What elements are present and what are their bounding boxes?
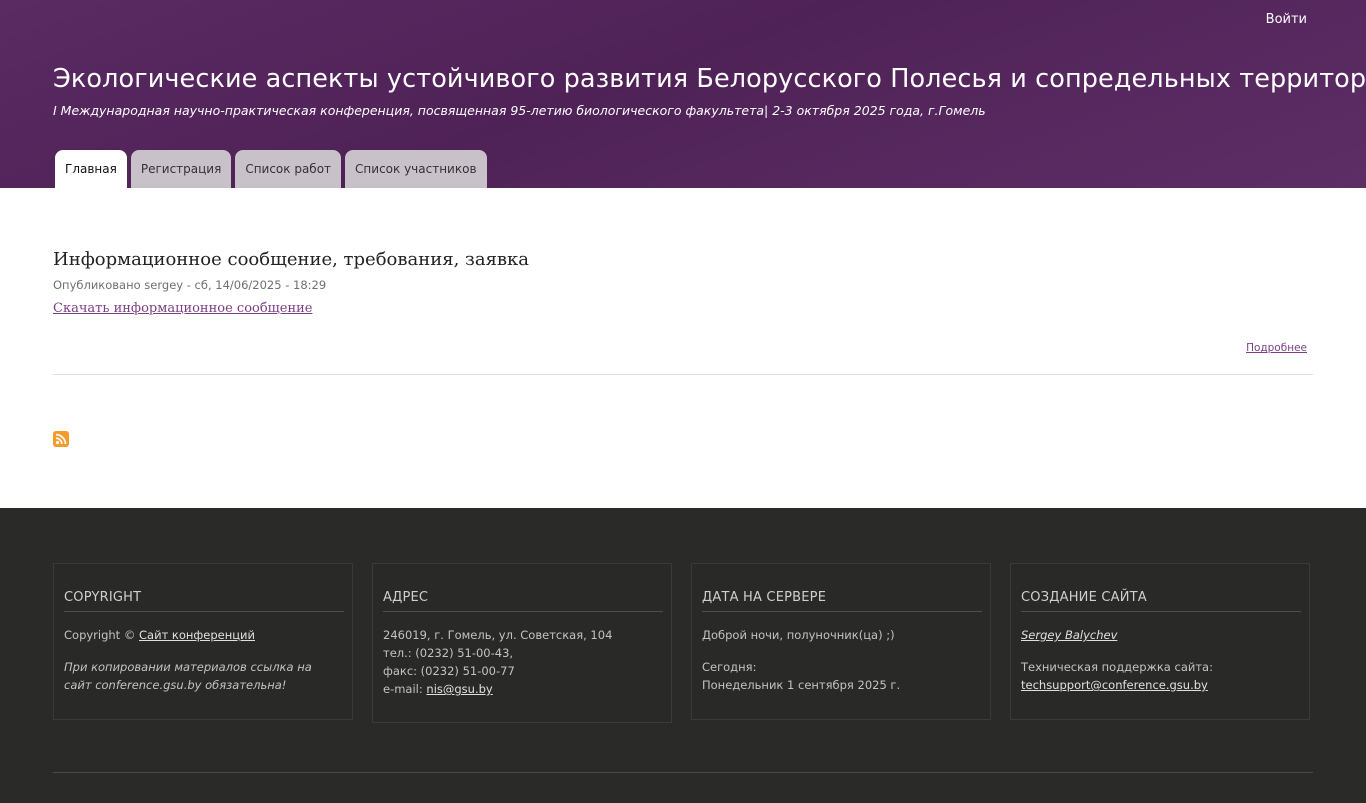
- tab-registration[interactable]: Регистрация: [130, 150, 232, 188]
- address-title: АДРЕС: [383, 590, 663, 612]
- author-text: Sergey Balychev: [1021, 626, 1299, 644]
- footer-divider: [53, 772, 1313, 773]
- tab-home[interactable]: Главная: [55, 150, 127, 188]
- author-link[interactable]: Sergey Balychev: [1021, 628, 1117, 642]
- address-line-1: 246019, г. Гомель, ул. Советская, 104: [383, 628, 613, 642]
- copyright-block: COPYRIGHT Copyright © Сайт конференций П…: [53, 563, 353, 720]
- site-slogan: I Международная научно-практическая конф…: [53, 103, 986, 118]
- main-menu: Главная Регистрация Список работ Список …: [55, 150, 487, 188]
- address-phone: тел.: (0232) 51-00-43,: [383, 646, 514, 660]
- node-title[interactable]: Информационное сообщение, требования, за…: [53, 249, 529, 270]
- server-greeting: Доброй ночи, полуночник(ца) ;): [702, 628, 895, 642]
- address-fax: факс: (0232) 51-00-77: [383, 664, 515, 678]
- site-creation-block: СОЗДАНИЕ САЙТА Sergey Balychev Техническ…: [1010, 563, 1310, 720]
- content-divider: [53, 374, 1313, 375]
- conference-site-link[interactable]: Сайт конференций: [139, 628, 255, 642]
- server-date-text: Сегодня: Понедельник 1 сентября 2025 г.: [702, 658, 980, 694]
- copyright-prefix: Copyright ©: [64, 628, 140, 642]
- read-more-link[interactable]: Подробнее: [1246, 342, 1307, 354]
- server-date-title: ДАТА НА СЕРВЕРЕ: [702, 590, 982, 612]
- support-label: Техническая поддержка сайта:: [1021, 660, 1213, 674]
- server-date-block: ДАТА НА СЕРВЕРЕ Доброй ночи, полуночник(…: [691, 563, 991, 720]
- today-label: Сегодня:: [702, 660, 757, 674]
- rss-feed-icon[interactable]: [53, 431, 69, 447]
- support-text: Техническая поддержка сайта: techsupport…: [1021, 658, 1299, 694]
- copyright-title: COPYRIGHT: [64, 590, 344, 612]
- tab-papers-list[interactable]: Список работ: [235, 150, 342, 188]
- email-label: e-mail:: [383, 682, 427, 696]
- download-info-link[interactable]: Скачать информационное сообщение: [53, 301, 312, 316]
- copyright-note: При копировании материалов ссылка на сай…: [64, 660, 312, 692]
- submitted-info: Опубликовано sergey - сб, 14/06/2025 - 1…: [53, 278, 327, 292]
- today-value: Понедельник 1 сентября 2025 г.: [702, 678, 901, 692]
- address-block: АДРЕС 246019, г. Гомель, ул. Советская, …: [372, 563, 672, 723]
- site-header: Войти Экологические аспекты устойчивого …: [0, 0, 1366, 188]
- login-link[interactable]: Войти: [1266, 12, 1307, 27]
- site-title[interactable]: Экологические аспекты устойчивого развит…: [53, 64, 1366, 94]
- tab-participants-list[interactable]: Список участников: [345, 150, 487, 188]
- support-email-link[interactable]: techsupport@conference.gsu.by: [1021, 678, 1208, 692]
- main-content: Информационное сообщение, требования, за…: [0, 188, 1366, 508]
- site-footer: COPYRIGHT Copyright © Сайт конференций П…: [0, 508, 1366, 803]
- site-creation-title: СОЗДАНИЕ САЙТА: [1021, 590, 1301, 612]
- address-text: 246019, г. Гомель, ул. Советская, 104 те…: [383, 626, 661, 698]
- email-link[interactable]: nis@gsu.by: [426, 682, 492, 696]
- copyright-text: Copyright © Сайт конференций: [64, 626, 342, 644]
